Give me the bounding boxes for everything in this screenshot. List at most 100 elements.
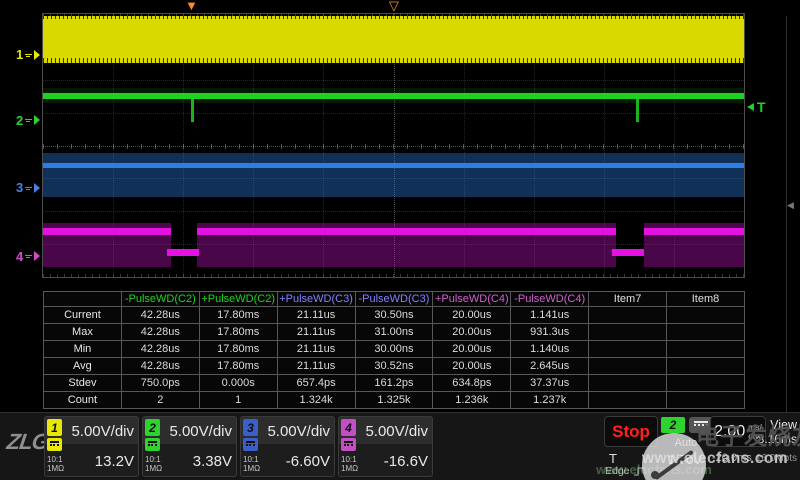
channel-offset: 13.2V (95, 453, 134, 470)
volts-per-div: 5.00V/div (267, 423, 330, 440)
channel-offset: -16.6V (384, 453, 428, 470)
channel-4-block[interactable]: 410:11MΩ5.00V/div-16.6V (338, 416, 433, 477)
ch4-trace (197, 228, 616, 235)
dc-coupling-icon (145, 438, 160, 451)
channel-1-position-marker[interactable]: 1 (16, 46, 40, 64)
ch4-trace (43, 228, 171, 235)
ruler-ticks (43, 274, 744, 277)
measurement-row-label: Current (44, 307, 122, 324)
volts-per-div: 5.00V/div (169, 423, 232, 440)
channel-4-position-marker[interactable]: 4 (16, 247, 40, 265)
measurement-value: 750.0ps (121, 375, 199, 392)
input-impedance: 1MΩ (47, 465, 64, 473)
measurement-value: 1.237k (511, 392, 589, 409)
channel-1-block[interactable]: 1 10:11MΩ 5.00V/div 13.2V (44, 416, 139, 477)
measurement-row: Avg42.28us17.80ms21.11us30.52ns20.00us2.… (44, 358, 745, 375)
input-impedance: 1MΩ (341, 465, 358, 473)
dc-coupling-icon (341, 438, 356, 451)
measurement-value: 30.52ns (355, 358, 433, 375)
gridline-horizontal (43, 113, 744, 114)
measurement-column-header: +PulseWD(C3) (277, 292, 355, 307)
measurement-row: Stdev750.0ps0.000s657.4ps161.2ps634.8ps3… (44, 375, 745, 392)
measurement-value: 2.645us (511, 358, 589, 375)
measurement-value: 21.11us (277, 358, 355, 375)
measurement-value: 657.4ps (277, 375, 355, 392)
channel-4-badge: 4 (341, 419, 356, 436)
measurement-value (589, 375, 667, 392)
ch4-trace-low-level (612, 249, 644, 256)
input-impedance: 1MΩ (243, 465, 260, 473)
measurement-value (589, 341, 667, 358)
measurement-value: 17.80ms (199, 358, 277, 375)
channel-1-badge: 1 (47, 419, 62, 436)
volts-per-div: 5.00V/div (71, 423, 134, 440)
measurement-value (589, 307, 667, 324)
measurement-row-label: Max (44, 324, 122, 341)
channel-2-block[interactable]: 210:11MΩ5.00V/div3.38V (142, 416, 237, 477)
measurement-column-header: +PulseWD(C2) (199, 292, 277, 307)
measurement-column-header: -PulseWD(C4) (511, 292, 589, 307)
status-bar: ZLG® 110:11MΩ5.00V/div13.2V210:11MΩ5.00V… (0, 412, 800, 480)
gridline-horizontal (43, 211, 744, 212)
left-arrow-icon (747, 103, 754, 111)
right-arrow-icon (34, 115, 40, 125)
measurement-value: 42.28us (121, 341, 199, 358)
trigger-source-badge[interactable]: 2 (661, 417, 685, 433)
measurement-value: 1.236k (433, 392, 511, 409)
measurement-value: 20.00us (433, 341, 511, 358)
trigger-delay-marker[interactable]: ▼ (185, 0, 198, 12)
measurement-value: 20.00us (433, 307, 511, 324)
measurement-column-header: +PulseWD(C4) (433, 292, 511, 307)
ground-icon (25, 186, 32, 190)
panel-collapse-arrow-icon[interactable]: ◀ (787, 200, 794, 211)
center-axis-ticks (43, 144, 744, 149)
gridline-horizontal (43, 80, 744, 81)
trigger-position-marker[interactable]: ▽ (389, 0, 399, 12)
measurement-row: Max42.28us17.80ms21.11us31.00ns20.00us93… (44, 324, 745, 341)
watermark-url: www.elecfans.com (642, 450, 788, 468)
measurement-table[interactable]: -PulseWD(C2)+PulseWD(C2)+PulseWD(C3)-Pul… (43, 291, 745, 409)
measurement-value (667, 341, 745, 358)
watermark-chinese-text: 电子发烧友 (696, 417, 800, 451)
measurement-value (589, 358, 667, 375)
ground-icon (25, 254, 32, 258)
measurement-value: 931.3us (511, 324, 589, 341)
channel-3-block[interactable]: 310:11MΩ5.00V/div-6.60V (240, 416, 335, 477)
probe-ratio: 10:1 (341, 456, 357, 464)
channel-3-badge: 3 (243, 419, 258, 436)
right-arrow-icon (34, 50, 40, 60)
measurement-value: 30.00ns (355, 341, 433, 358)
measurement-value: 42.28us (121, 307, 199, 324)
probe-ratio: 10:1 (47, 456, 63, 464)
measurement-column-header (44, 292, 122, 307)
trigger-level-marker[interactable]: T (747, 99, 766, 115)
channel-2-position-marker[interactable]: 2 (16, 111, 40, 129)
channel-offset: 3.38V (193, 453, 232, 470)
measurement-value: 37.37us (511, 375, 589, 392)
ch3-trace-envelope (43, 153, 744, 197)
measurement-value (589, 324, 667, 341)
measurement-value: 20.00us (433, 358, 511, 375)
ground-icon (25, 53, 32, 57)
channel-number-label: 1 (16, 47, 23, 62)
measurement-value: 1 (199, 392, 277, 409)
measurement-value (667, 307, 745, 324)
input-impedance: 1MΩ (145, 465, 162, 473)
probe-ratio: 10:1 (243, 456, 259, 464)
ch2-trace (43, 93, 744, 99)
measurement-value: 1.325k (355, 392, 433, 409)
measurement-value (667, 375, 745, 392)
ch4-trace (644, 228, 744, 235)
measurement-column-header: -PulseWD(C3) (355, 292, 433, 307)
measurement-value (589, 392, 667, 409)
measurement-row: Current42.28us17.80ms21.11us30.50ns20.00… (44, 307, 745, 324)
measurement-value: 1.141us (511, 307, 589, 324)
measurement-value: 17.80ms (199, 307, 277, 324)
channel-2-badge: 2 (145, 419, 160, 436)
ch4-trace-low-level (167, 249, 199, 256)
ground-icon (25, 118, 32, 122)
ch1-trace (43, 16, 744, 63)
channel-3-position-marker[interactable]: 3 (16, 179, 40, 197)
measurement-row-label: Min (44, 341, 122, 358)
measurement-value: 17.80ms (199, 324, 277, 341)
